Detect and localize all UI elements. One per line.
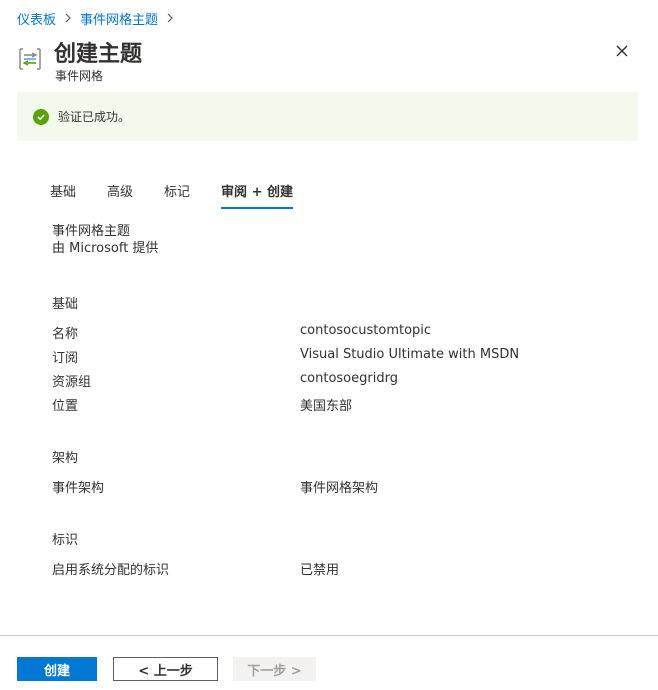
row-value: contosocustomtopic xyxy=(300,323,432,338)
section-title-basics: 基础 xyxy=(52,297,79,312)
previous-button[interactable]: < 上一步 xyxy=(113,657,218,681)
tab-review-create[interactable]: 审阅 + 创建 xyxy=(221,181,293,209)
row-value: 事件网格架构 xyxy=(300,481,379,496)
row-label: 资源组 xyxy=(52,375,92,390)
row-value: contosoegridrg xyxy=(300,371,398,386)
product-provider: 由 Microsoft 提供 xyxy=(52,241,159,256)
tab-tags[interactable]: 标记 xyxy=(164,181,190,209)
row-value: 已禁用 xyxy=(300,563,340,578)
page-title: 创建主题 xyxy=(54,42,143,67)
tab-advanced[interactable]: 高级 xyxy=(107,181,133,209)
row-label: 订阅 xyxy=(52,351,79,366)
tab-basics[interactable]: 基础 xyxy=(50,181,76,209)
section-title-schema: 架构 xyxy=(52,451,79,466)
row-label: 位置 xyxy=(52,399,79,414)
create-button[interactable]: 创建 xyxy=(17,657,97,681)
breadcrumb-item-dashboard[interactable]: 仪表板 xyxy=(17,9,56,28)
next-button: 下一步 > xyxy=(233,657,316,681)
product-name: 事件网格主题 xyxy=(52,224,131,239)
event-grid-topic-icon xyxy=(17,46,43,72)
section-title-identity: 标识 xyxy=(52,533,79,548)
tab-bar: 基础 高级 标记 审阅 + 创建 xyxy=(50,181,324,209)
footer-divider xyxy=(0,635,658,636)
close-icon[interactable] xyxy=(612,41,632,61)
validation-banner: 验证已成功。 xyxy=(17,92,638,141)
breadcrumb-item-event-grid-topics[interactable]: 事件网格主题 xyxy=(80,9,158,28)
chevron-right-icon xyxy=(166,12,174,26)
validation-message: 验证已成功。 xyxy=(58,110,131,124)
chevron-right-icon xyxy=(64,12,72,26)
row-label: 事件架构 xyxy=(52,481,105,496)
checkmark-circle-icon xyxy=(33,108,49,125)
page-subtitle: 事件网格 xyxy=(55,69,104,83)
breadcrumb: 仪表板 事件网格主题 xyxy=(17,9,182,28)
row-label: 启用系统分配的标识 xyxy=(52,563,170,578)
product-info: 事件网格主题 由 Microsoft 提供 xyxy=(52,223,158,257)
row-value: 美国东部 xyxy=(300,399,353,414)
row-label: 名称 xyxy=(52,327,79,342)
row-value: Visual Studio Ultimate with MSDN xyxy=(300,347,520,362)
